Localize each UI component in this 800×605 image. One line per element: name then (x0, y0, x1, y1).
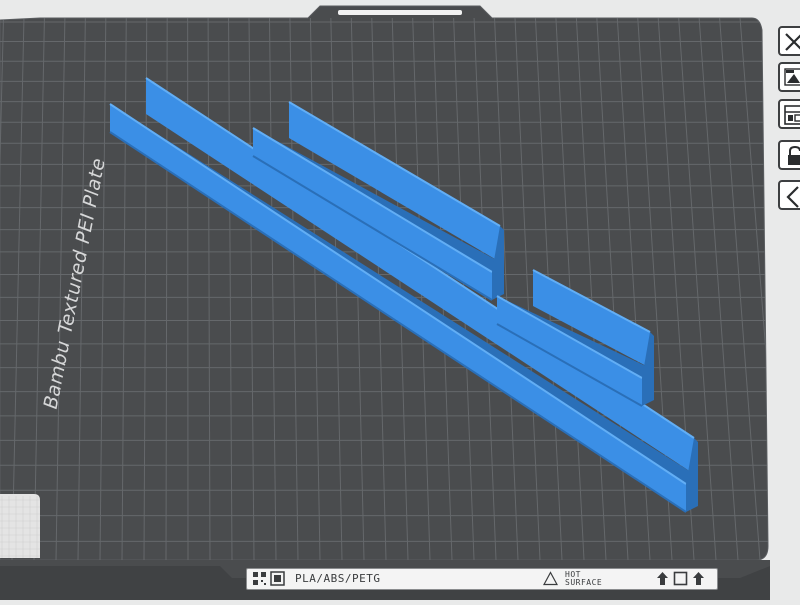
3d-viewport[interactable]: Bambu Textured PEI Plate PLA/ABS/PETG HO… (0, 0, 800, 600)
lock-button[interactable] (778, 140, 800, 170)
surface-label: SURFACE (565, 579, 602, 587)
close-button[interactable] (778, 26, 800, 56)
filament-compat-label: PLA/ABS/PETG (295, 572, 380, 585)
plate-square-icon (673, 571, 688, 586)
warning-triangle-icon (543, 571, 558, 586)
qr-code-icon (252, 571, 267, 586)
build-plate-scene (0, 0, 800, 600)
arrow-up-icon-2 (691, 571, 706, 586)
auto-arrange-button[interactable] (778, 62, 800, 92)
plate-corner-mark (0, 494, 40, 558)
collapse-icon (782, 184, 800, 210)
auto-arrange-icon (782, 66, 800, 92)
plate-layout-icon (782, 103, 800, 129)
plate-info-strip: PLA/ABS/PETG HOT SURFACE (246, 568, 718, 590)
collapse-button[interactable] (778, 180, 800, 210)
close-icon (782, 30, 800, 56)
plate-type-icon (270, 571, 285, 586)
lock-icon (782, 144, 800, 170)
arrow-up-icon (655, 571, 670, 586)
plate-layout-button[interactable] (778, 99, 800, 129)
plate-handle (338, 10, 462, 15)
